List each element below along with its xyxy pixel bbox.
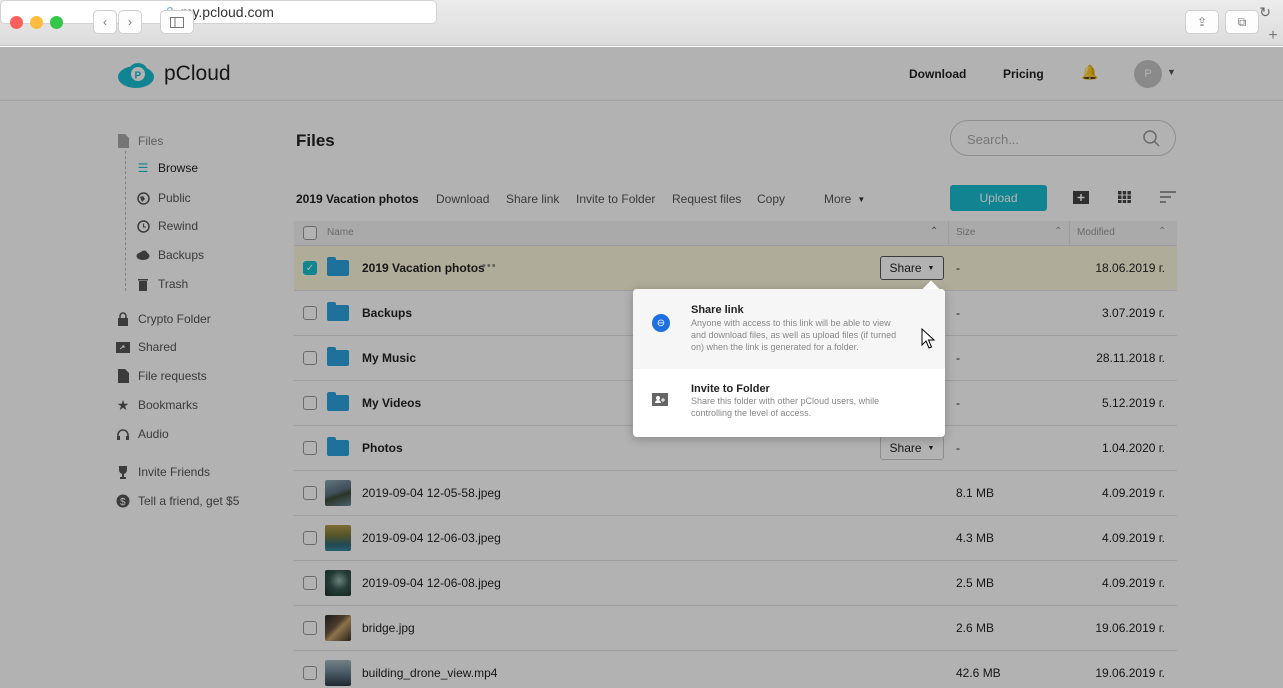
link-icon: ⊖ [652, 314, 670, 332]
zoom-window-button[interactable] [50, 16, 63, 29]
address-bar[interactable]: 🔒 my.pcloud.com ↻ [0, 0, 1271, 24]
share-popup: ⊖ Share link Anyone with access to this … [633, 280, 945, 437]
url-text: my.pcloud.com [180, 4, 274, 20]
reload-icon[interactable]: ↻ [1259, 4, 1271, 21]
browser-toolbar: ‹ › 🔒 my.pcloud.com ↻ ⇪ ⧉ + [0, 0, 1283, 46]
chevron-left-icon: ‹ [103, 15, 107, 29]
minimize-window-button[interactable] [30, 16, 43, 29]
share-link-title: Share link [691, 304, 744, 316]
invite-to-folder-option[interactable]: Invite to Folder Share this folder with … [633, 369, 945, 437]
share-icon: ⇪ [1196, 15, 1208, 29]
invite-title: Invite to Folder [691, 383, 770, 395]
share-button[interactable]: ⇪ [1185, 10, 1219, 34]
tabs-button[interactable]: ⧉ [1225, 10, 1259, 34]
sidebar-icon [170, 16, 184, 28]
plus-icon: + [1268, 27, 1278, 44]
invite-desc-1: Share this folder with other pCloud user… [691, 396, 880, 406]
forward-button[interactable]: › [118, 10, 142, 34]
chevron-right-icon: › [128, 15, 132, 29]
share-link-desc-2: and download files, as well as upload fi… [691, 330, 897, 340]
tabs-icon: ⧉ [1237, 14, 1247, 29]
share-link-desc-1: Anyone with access to this link will be … [691, 318, 891, 328]
new-tab-button[interactable]: + [1263, 26, 1283, 46]
back-button[interactable]: ‹ [93, 10, 117, 34]
sidebar-toggle-button[interactable] [160, 10, 194, 34]
invite-desc-2: controlling the level of access. [691, 408, 812, 418]
mouse-cursor-icon [921, 328, 936, 349]
invite-folder-icon [652, 393, 668, 406]
share-link-desc-3: on) when the link is generated for a fol… [691, 342, 859, 352]
close-window-button[interactable] [10, 16, 23, 29]
share-link-option[interactable]: ⊖ Share link Anyone with access to this … [633, 289, 945, 369]
